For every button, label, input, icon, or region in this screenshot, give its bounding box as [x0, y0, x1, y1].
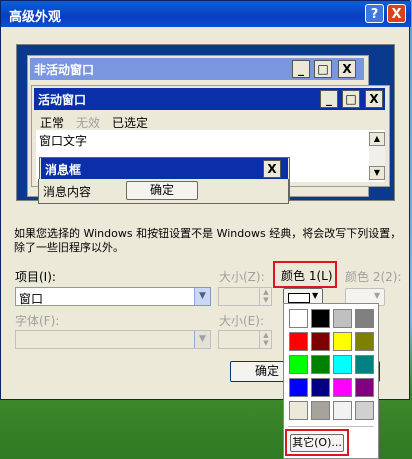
item-select[interactable]: 窗口 ▼ — [15, 287, 211, 306]
inactive-title: 非活动窗口 — [34, 63, 95, 77]
close-icon: X — [263, 160, 281, 178]
color1-highlight: 颜色 1(L) — [273, 261, 337, 288]
inactive-title-bar: 非活动窗口 _ □ X — [30, 58, 364, 80]
color-swatch[interactable] — [289, 378, 308, 397]
msgbox-text: 消息内容 — [43, 185, 92, 199]
color-swatch[interactable] — [289, 355, 308, 374]
color-swatch[interactable] — [289, 309, 308, 328]
color-palette: 其它(O)... — [283, 303, 379, 459]
minimize-icon: _ — [320, 90, 338, 108]
chevron-down-icon[interactable]: ▼ — [194, 288, 210, 305]
size-label: 大小(Z): — [219, 270, 265, 284]
color-swatch[interactable] — [355, 332, 374, 351]
notice-text: 如果您选择的 Windows 和按钮设置不是 Windows 经典，将会改写下列… — [14, 227, 402, 254]
color-swatch[interactable] — [355, 355, 374, 374]
font-select: ▼ — [15, 330, 211, 349]
minimize-icon: _ — [292, 60, 310, 78]
color-swatch[interactable] — [333, 355, 352, 374]
scroll-track — [369, 146, 385, 166]
msgbox-body: 消息内容 确定 — [38, 179, 289, 204]
color1-swatch — [288, 293, 310, 303]
active-title: 活动窗口 — [38, 93, 87, 107]
color-swatch[interactable] — [355, 378, 374, 397]
color-swatch[interactable] — [333, 309, 352, 328]
color-swatch[interactable] — [311, 355, 330, 374]
color-swatch[interactable] — [333, 401, 352, 420]
item-label: 项目(I): — [15, 270, 56, 284]
window-title: 高级外观 — [9, 10, 62, 25]
title-bar[interactable]: 高级外观 ? X — [1, 1, 411, 27]
color2-label: 颜色 2(2): — [345, 270, 402, 284]
other-color-button[interactable]: 其它(O)... — [290, 434, 344, 452]
chevron-down-icon: ▼ — [312, 291, 319, 300]
menu-normal: 正常 — [40, 116, 65, 130]
size-spinner: ▲ ▼ — [218, 287, 272, 306]
spinner-arrows-icon: ▲ ▼ — [259, 288, 272, 305]
menu-disabled: 无效 — [76, 116, 101, 130]
font-size-spinner: ▲ ▼ — [218, 330, 272, 349]
size2-label: 大小(E): — [219, 314, 264, 328]
color-swatch[interactable] — [311, 401, 330, 420]
maximize-icon: □ — [342, 90, 360, 108]
color-swatch[interactable] — [355, 309, 374, 328]
help-button[interactable]: ? — [365, 4, 384, 23]
window-text: 窗口文字 — [39, 134, 88, 148]
font-label: 字体(F): — [15, 314, 60, 328]
msgbox-title: 消息框 — [45, 163, 82, 177]
color-swatch[interactable] — [311, 332, 330, 351]
color1-label: 颜色 1(L) — [281, 269, 333, 283]
color-swatch[interactable] — [289, 332, 308, 351]
maximize-icon: □ — [314, 60, 332, 78]
close-icon: X — [338, 60, 356, 78]
color-swatch[interactable] — [333, 378, 352, 397]
preview-ok-button: 确定 — [126, 181, 198, 200]
color-swatch[interactable] — [311, 309, 330, 328]
color-swatch[interactable] — [355, 401, 374, 420]
color-swatch[interactable] — [289, 401, 308, 420]
scroll-up-icon: ▲ — [369, 132, 385, 146]
appearance-preview[interactable]: 非活动窗口 _ □ X 活动窗口 _ □ X 正常 无效 已选定 窗口文字 ▲ … — [16, 44, 395, 201]
close-button[interactable]: X — [387, 4, 406, 23]
close-icon: X — [365, 90, 383, 108]
msgbox-title-bar: 消息框 X — [41, 158, 288, 180]
menu-selected: 已选定 — [112, 116, 149, 130]
item-select-value: 窗口 — [19, 292, 44, 306]
color-swatch[interactable] — [311, 378, 330, 397]
palette-divider — [288, 426, 374, 427]
other-color-highlight: 其它(O)... — [285, 429, 349, 456]
chevron-down-icon: ▼ — [194, 331, 210, 348]
spinner-arrows-icon: ▲ ▼ — [259, 331, 272, 348]
active-title-bar: 活动窗口 _ □ X — [34, 88, 385, 110]
color-swatch[interactable] — [333, 332, 352, 351]
chevron-down-icon: ▼ — [374, 291, 381, 300]
scroll-down-icon: ▼ — [369, 166, 385, 180]
